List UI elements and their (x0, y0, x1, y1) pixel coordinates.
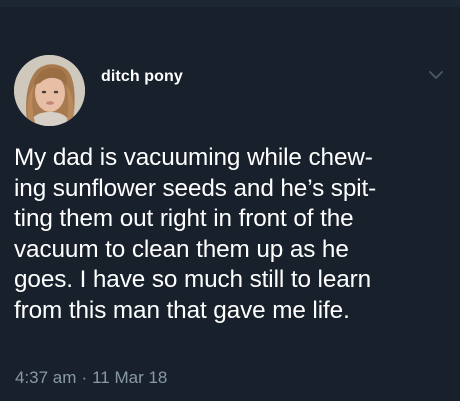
meta-separator: · (81, 368, 88, 387)
tweet-meta: 4:37 am · 11 Mar 18 (15, 368, 167, 388)
tweet-date[interactable]: 11 Mar 18 (92, 368, 167, 387)
tweet-text: My dad is vacuuming while chew- ing sunf… (14, 143, 450, 327)
tweet-text-line: ting them out right in front of the (14, 205, 354, 233)
tweet-text-line: My dad is vacuuming while chew- (14, 144, 373, 171)
top-divider-bar (0, 0, 460, 7)
tweet-text-line: vacuum to clean them up as he (14, 235, 349, 263)
tweet-text-line: goes. I have so much still to learn (14, 266, 372, 294)
tweet-text-line: from this man that gave me life. (14, 296, 350, 324)
chevron-down-icon[interactable] (428, 68, 444, 80)
avatar[interactable] (14, 55, 85, 126)
tweet-time[interactable]: 4:37 am (15, 368, 76, 387)
tweet-text-line: ing sunflower seeds and he’s spit- (14, 174, 377, 202)
author-name[interactable]: ditch pony (101, 68, 183, 86)
